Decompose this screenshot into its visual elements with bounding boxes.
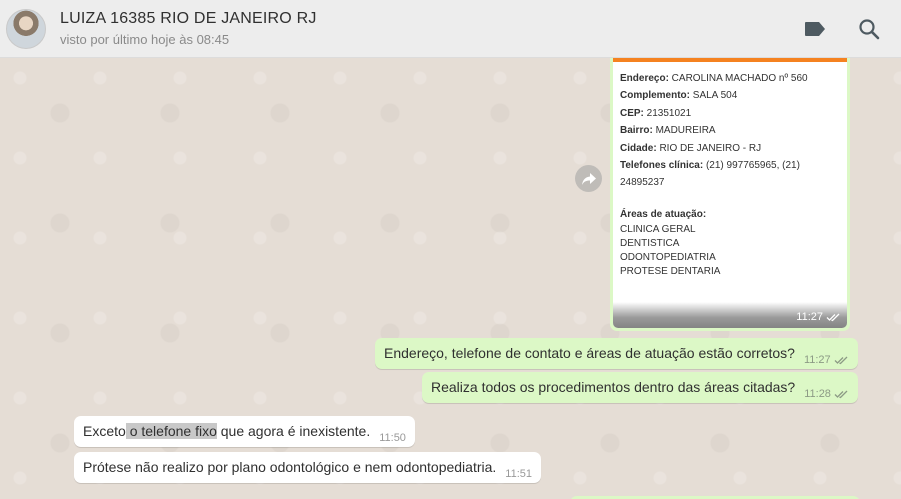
message-time: 11:51 [505,468,533,480]
double-check-icon [826,313,840,322]
double-check-icon [834,390,848,399]
outgoing-message[interactable]: Endereço, telefone de contato e áreas de… [375,338,858,369]
contact-avatar[interactable] [6,8,46,49]
message-time: 11:27 [796,311,823,323]
card-area-item: CLINICA GERAL [620,224,696,236]
highlighted-text: o telefone fixo [125,423,217,439]
chat-header: LUIZA 16385 RIO DE JANEIRO RJ visto por … [0,0,901,58]
message-meta: 11:28 [804,388,849,400]
label-icon[interactable] [803,17,827,41]
contact-last-seen: visto por último hoje às 08:45 [60,32,230,47]
contact-name: LUIZA 16385 RIO DE JANEIRO RJ [60,10,317,27]
message-meta: 11:50 [379,432,406,444]
message-meta: 11:27 [796,311,841,323]
card-area-item: ODONTOPEDIATRIA [620,252,716,264]
outgoing-message[interactable]: Realiza todos os procedimentos dentro da… [422,372,858,403]
card-line-address: Endereço: CAROLINA MACHADO nº 560 [620,73,808,84]
card-line-city: Cidade: RIO DE JANEIRO - RJ [620,142,762,154]
message-time: 11:28 [804,388,831,400]
message-meta: 11:51 [505,468,532,480]
card-area-item: PROTESE DENTARIA [620,266,721,278]
card-line-phones: Telefones clínica: (21) 997765965, (21) [620,159,800,171]
card-line-phones-cont: 24895237 [620,176,665,188]
card-line-cep: CEP: 21351021 [620,107,692,119]
message-text: Realiza todos os procedimentos dentro da… [431,379,796,395]
search-icon[interactable] [857,17,881,41]
message-meta: 11:27 [804,354,849,366]
header-actions [803,17,881,41]
message-text: Endereço, telefone de contato e áreas de… [384,345,795,361]
card-line-neighborhood: Bairro: MADUREIRA [620,125,716,137]
contact-info[interactable]: LUIZA 16385 RIO DE JANEIRO RJ visto por … [60,10,317,47]
message-time: 11:50 [379,432,406,444]
message-list[interactable]: Endereço: CAROLINA MACHADO nº 560 Comple… [0,58,901,499]
card-line-complement: Complemento: SALA 504 [620,90,738,102]
message-text: Exceto o telefone fixo que agora é inexi… [83,423,371,439]
message-time: 11:27 [803,354,831,366]
card-area-item: DENTISTICA [620,238,680,250]
incoming-message[interactable]: Prótese não realizo por plano odontológi… [74,452,542,483]
card-areas-title: Áreas de atuação: [620,209,707,221]
incoming-message[interactable]: Exceto o telefone fixo que agora é inexi… [74,416,415,447]
clinic-info-text: Endereço: CAROLINA MACHADO nº 560 Comple… [613,62,847,279]
forward-icon [581,172,596,185]
message-text: Prótese não realizo por plano odontológi… [83,459,497,475]
double-check-icon [834,356,848,365]
clinic-info-image[interactable]: Endereço: CAROLINA MACHADO nº 560 Comple… [613,58,847,328]
forward-message-button[interactable] [575,165,602,192]
image-card-message[interactable]: Endereço: CAROLINA MACHADO nº 560 Comple… [610,58,850,331]
